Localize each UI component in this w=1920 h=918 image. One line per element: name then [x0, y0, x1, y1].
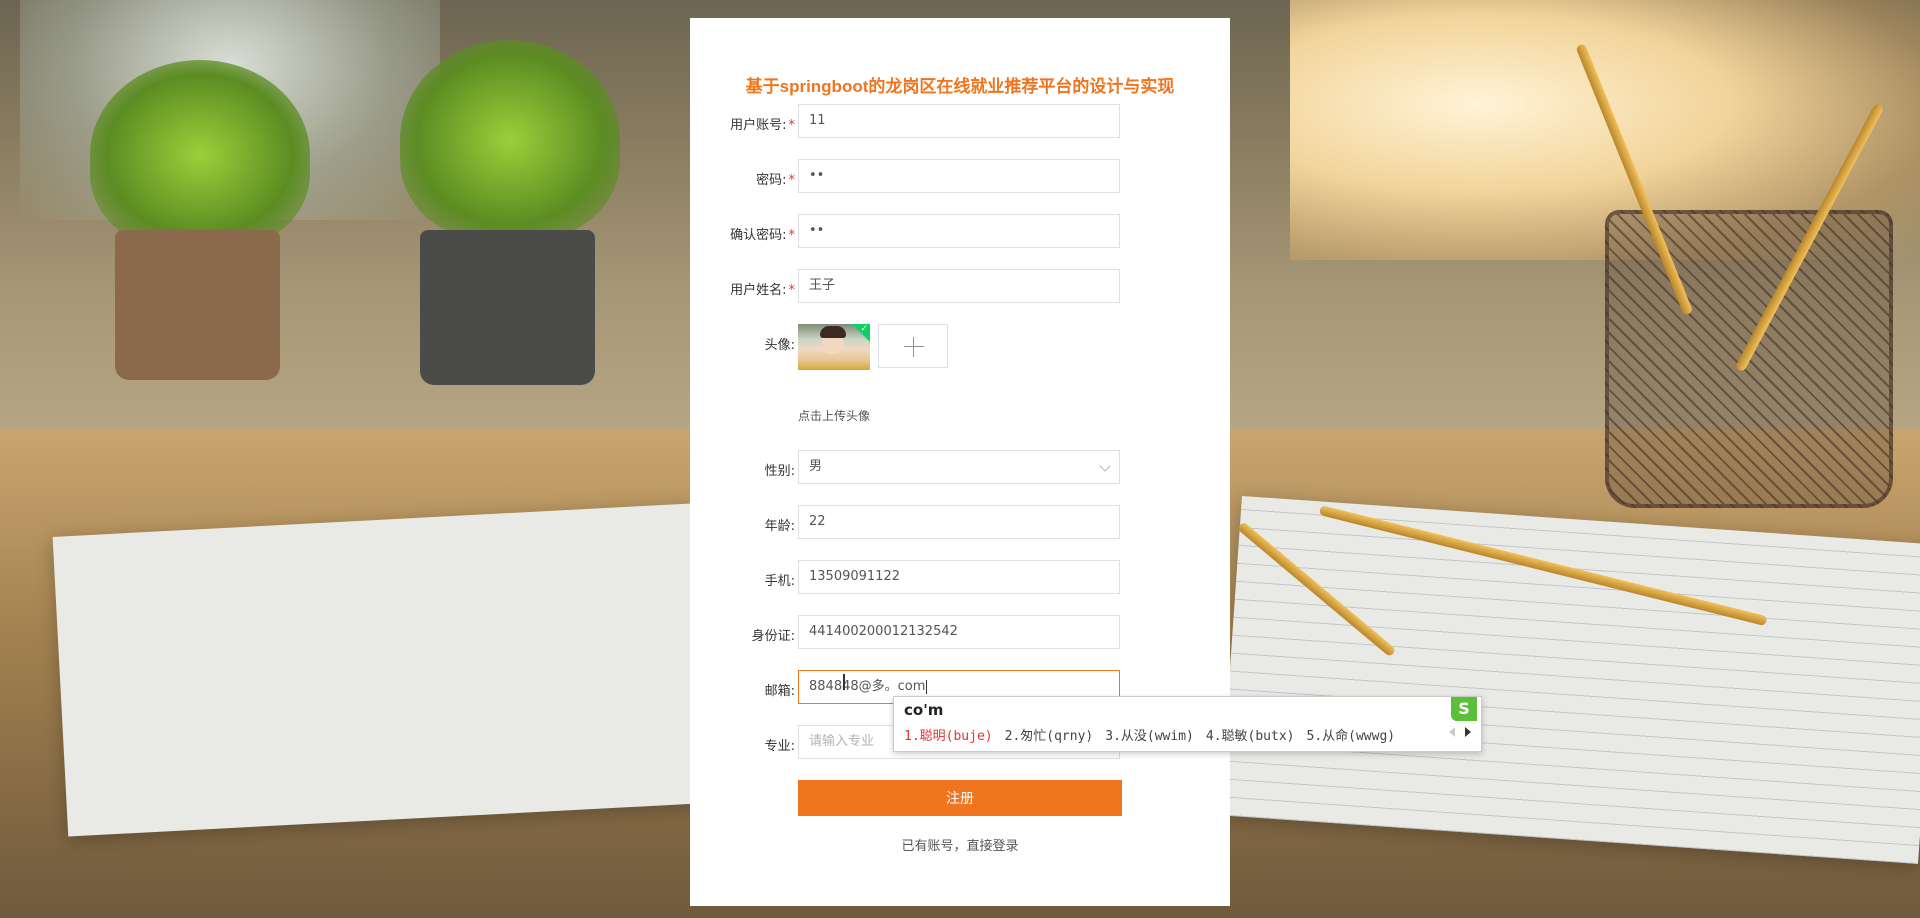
background-pot-2 — [420, 230, 595, 385]
password-label: 密码: * — [685, 169, 795, 188]
ime-prev-page-icon[interactable] — [1449, 727, 1455, 737]
phone-row: 手机: 13509091122 — [690, 560, 1230, 598]
username-label-text: 用户账号: — [730, 118, 787, 133]
idcard-input[interactable]: 441400200012132542 — [798, 615, 1120, 649]
required-mark: * — [788, 228, 796, 243]
avatar-hair — [820, 326, 846, 338]
ime-candidate[interactable]: 1.聪明(buje) — [904, 729, 993, 744]
realname-label: 用户姓名: * — [685, 279, 795, 298]
upload-avatar-button[interactable] — [878, 324, 948, 368]
submit-row: 注册 — [690, 780, 1230, 818]
confirm-password-label: 确认密码: * — [685, 224, 795, 243]
realname-row: 用户姓名: * 王子 — [690, 269, 1230, 307]
background-plant-2 — [400, 40, 620, 240]
confirm-password-row: 确认密码: * •• — [690, 214, 1230, 252]
check-icon — [852, 324, 870, 342]
ime-candidate-list: 1.聪明(buje) 2.匆忙(qrny) 3.从没(wwim) 4.聪敏(butx)… — [904, 725, 1407, 744]
background-paper-right — [1219, 495, 1920, 865]
ime-next-page-icon[interactable] — [1465, 727, 1471, 737]
gender-label: 性别: — [764, 464, 795, 479]
password-input[interactable]: •• — [798, 159, 1120, 193]
major-label: 专业: — [764, 739, 795, 754]
ime-candidate[interactable]: 5.从命(wwwg) — [1307, 729, 1396, 744]
text-caret — [926, 679, 928, 694]
age-row: 年龄: 22 — [690, 505, 1230, 543]
idcard-label: 身份证: — [751, 629, 795, 644]
ime-candidate[interactable]: 4.聪敏(butx) — [1206, 729, 1295, 744]
background-plant-1 — [90, 60, 310, 250]
username-row: 用户账号: * 11 — [690, 104, 1230, 142]
username-input[interactable]: 11 — [798, 104, 1120, 138]
required-mark: * — [788, 283, 796, 298]
avatar-row: 头像: — [690, 324, 1230, 384]
realname-input[interactable]: 王子 — [798, 269, 1120, 303]
required-mark: * — [788, 173, 796, 188]
realname-label-text: 用户姓名: — [730, 283, 787, 298]
email-input-value: 884848@多。com — [809, 679, 926, 694]
plus-icon — [913, 337, 914, 357]
required-mark: * — [788, 118, 796, 133]
email-label: 邮箱: — [764, 684, 795, 699]
username-label: 用户账号: * — [685, 114, 795, 133]
idcard-row: 身份证: 441400200012132542 — [690, 615, 1230, 653]
gender-select-value: 男 — [809, 459, 823, 474]
gender-select[interactable]: 男 — [798, 450, 1120, 484]
phone-input[interactable]: 13509091122 — [798, 560, 1120, 594]
register-button[interactable]: 注册 — [798, 780, 1122, 816]
password-row: 密码: * •• — [690, 159, 1230, 197]
ime-candidate-window: co'm 1.聪明(buje) 2.匆忙(qrny) 3.从没(wwim) 4.聪敏(… — [893, 696, 1482, 752]
register-card: 基于springboot的龙岗区在线就业推荐平台的设计与实现 用户账号: * 11… — [690, 18, 1230, 906]
avatar-label: 头像: — [764, 338, 795, 353]
password-label-text: 密码: — [756, 173, 787, 188]
avatar-upload-hint: 点击上传头像 — [798, 409, 871, 423]
ime-composition: co'm — [904, 701, 944, 719]
text-cursor-icon — [843, 674, 845, 690]
sogou-logo-icon: S — [1451, 697, 1477, 721]
age-label: 年龄: — [764, 519, 795, 534]
plus-icon-bar — [904, 346, 924, 347]
login-link[interactable]: 已有账号，直接登录 — [690, 835, 1230, 854]
background-paper-left — [52, 503, 708, 837]
avatar[interactable] — [798, 324, 870, 370]
chevron-down-icon — [1099, 460, 1111, 472]
age-input[interactable]: 22 — [798, 505, 1120, 539]
page-title: 基于springboot的龙岗区在线就业推荐平台的设计与实现 — [745, 77, 1175, 96]
phone-label: 手机: — [764, 574, 795, 589]
gender-row: 性别: 男 — [690, 450, 1230, 488]
confirm-password-label-text: 确认密码: — [730, 228, 787, 243]
ime-candidate[interactable]: 3.从没(wwim) — [1105, 729, 1194, 744]
ime-candidate[interactable]: 2.匆忙(qrny) — [1005, 729, 1094, 744]
confirm-password-input[interactable]: •• — [798, 214, 1120, 248]
background-pot-1 — [115, 230, 280, 380]
